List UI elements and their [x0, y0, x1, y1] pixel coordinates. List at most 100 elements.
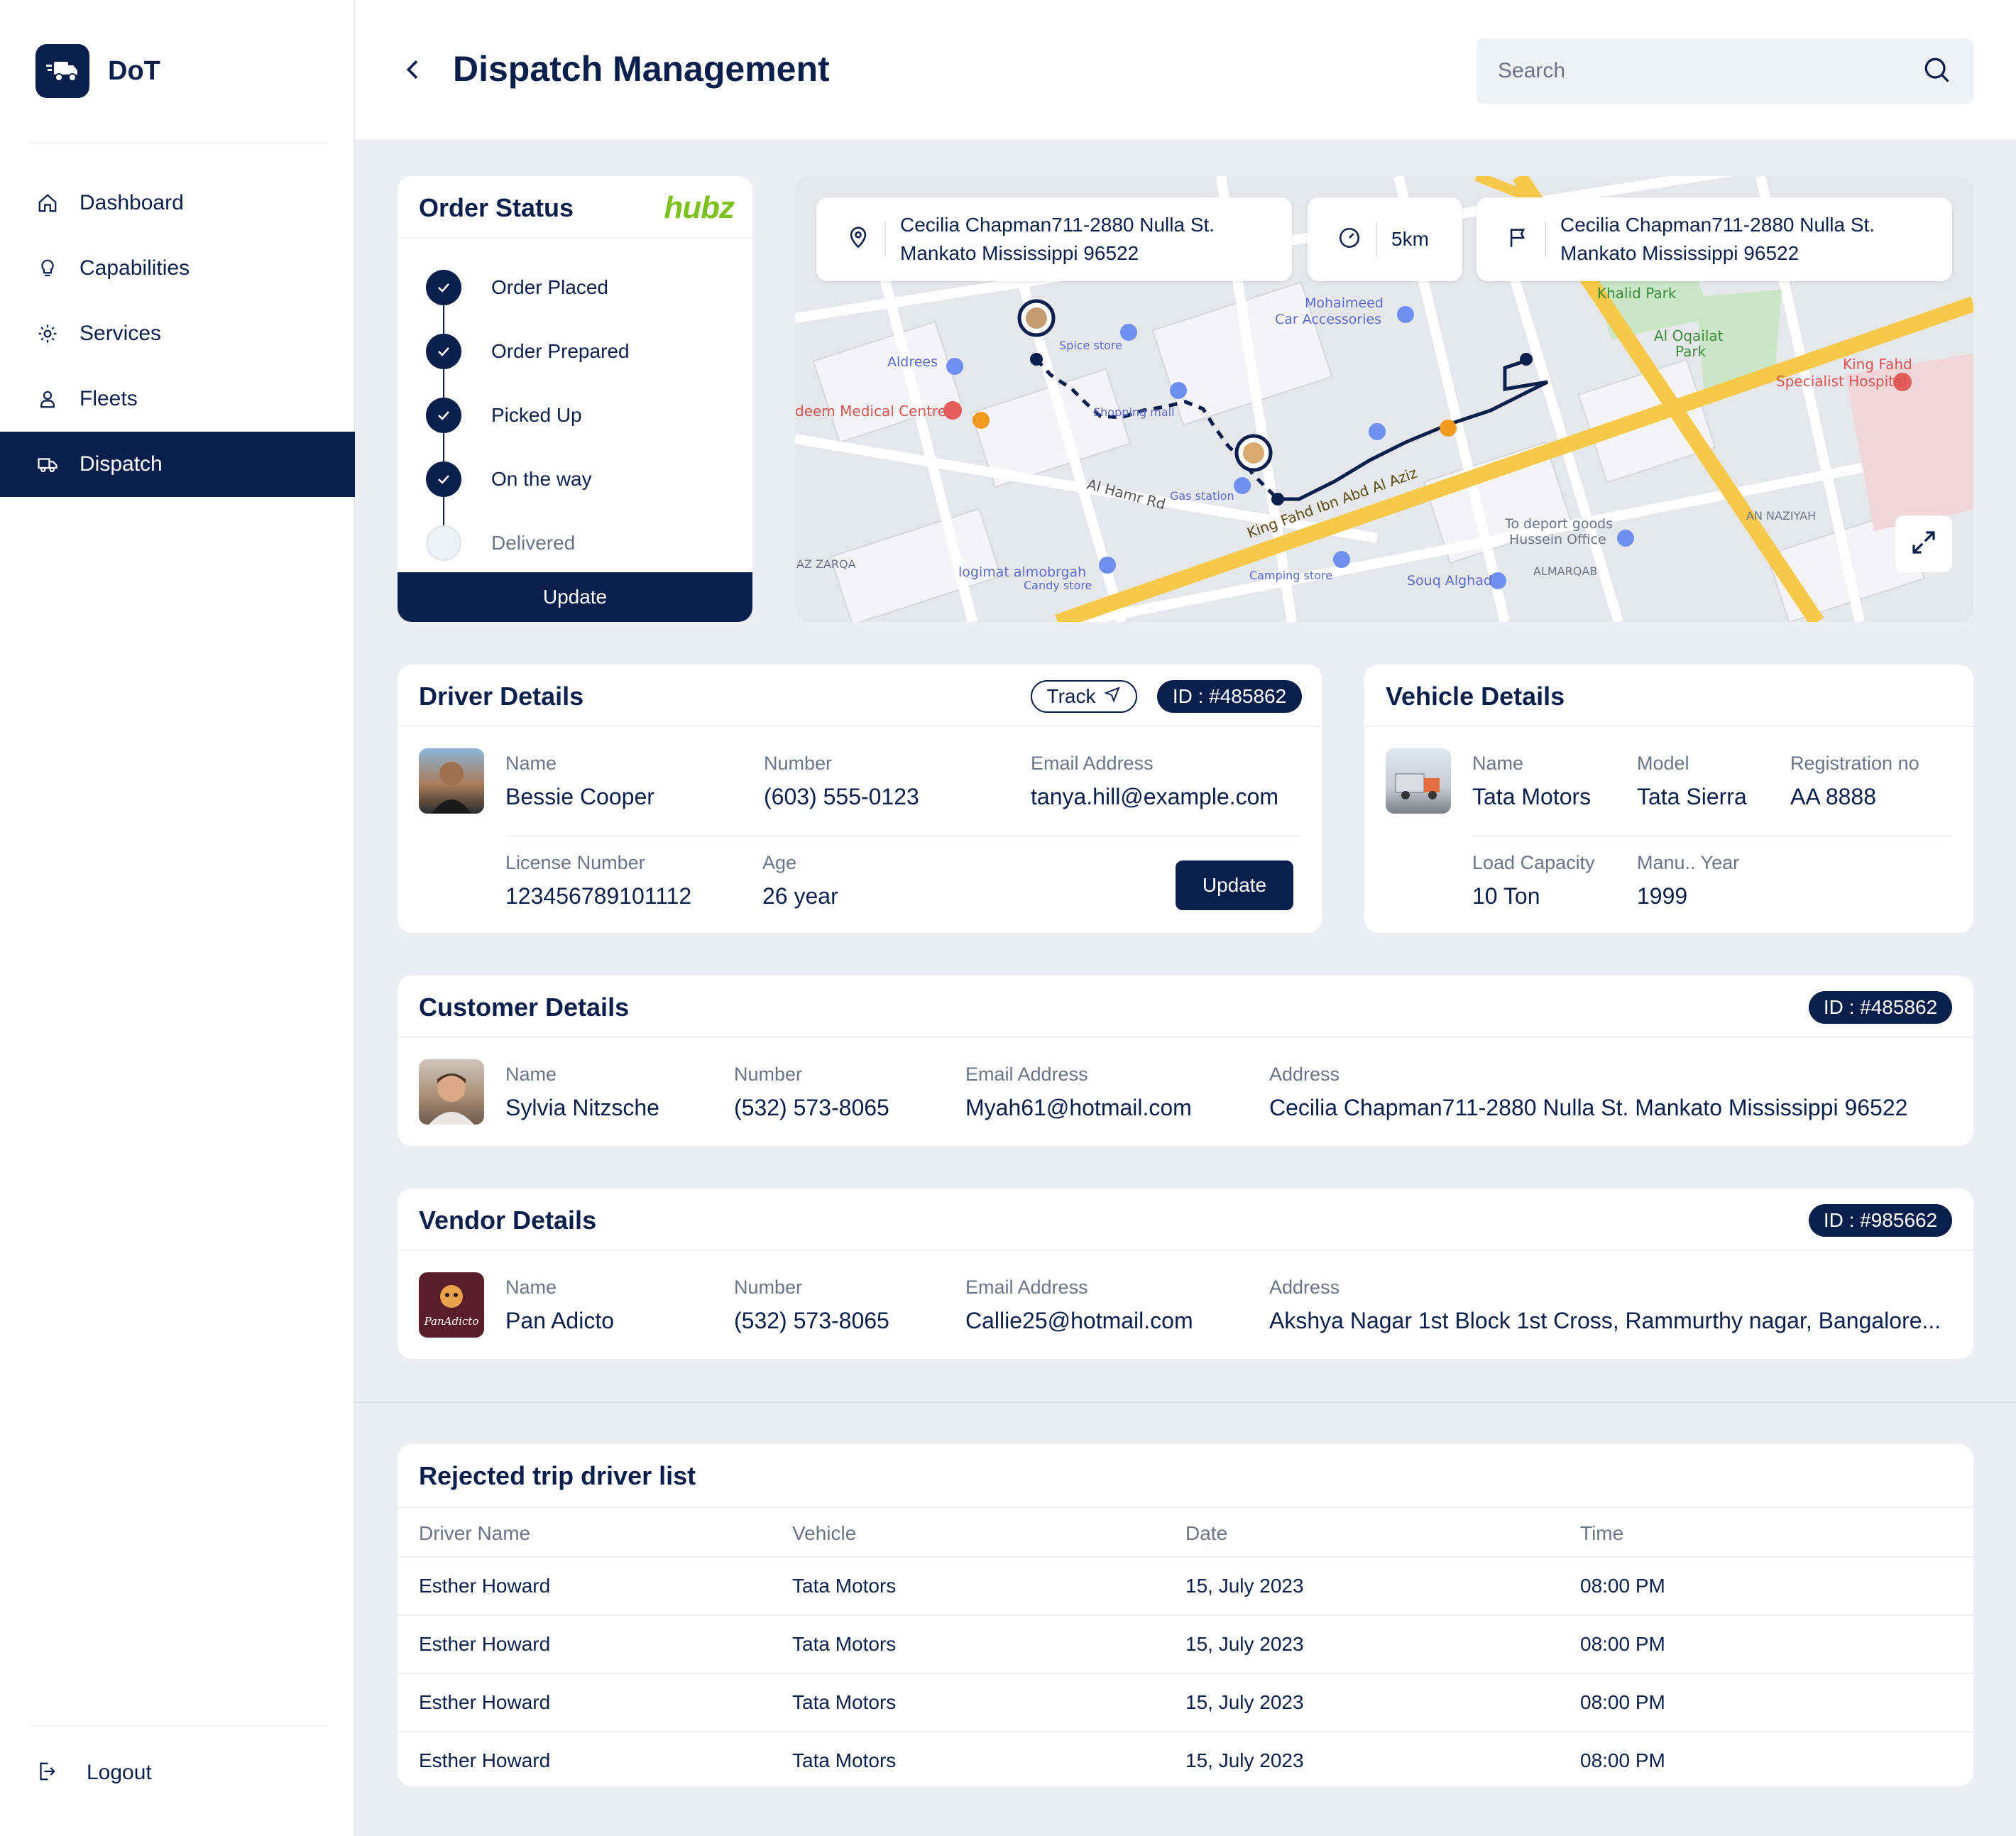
driver-name-cell: Esther Howard — [419, 1749, 551, 1771]
driver-name-cell: Esther Howard — [419, 1691, 551, 1713]
sidebar-nav: Dashboard Capabilities Services Fleets D… — [0, 170, 355, 497]
sidebar-item-fleets[interactable]: Fleets — [0, 366, 355, 432]
pill-divider — [1376, 222, 1377, 257]
origin-line2: Mankato Mississippi 96522 — [900, 242, 1139, 264]
sidebar-item-services[interactable]: Services — [0, 301, 355, 366]
back-button[interactable] — [399, 55, 427, 84]
step-label: Delivered — [491, 532, 576, 554]
table-row[interactable]: Esther Howard Tata Motors 15, July 2023 … — [398, 1616, 1973, 1674]
table-row[interactable]: Esther Howard Tata Motors 15, July 2023 … — [398, 1558, 1973, 1616]
map-label: Gas station — [1170, 489, 1234, 503]
pending-dot-icon — [426, 525, 461, 561]
sidebar-item-label: Dashboard — [80, 191, 184, 214]
search-icon[interactable] — [1921, 54, 1952, 89]
customer-number-label: Number — [734, 1064, 803, 1085]
vehicle-cell: Tata Motors — [792, 1575, 897, 1597]
sidebar-item-capabilities[interactable]: Capabilities — [0, 236, 355, 301]
customer-address-label: Address — [1269, 1064, 1340, 1085]
vehicle-cell: Tata Motors — [792, 1691, 897, 1713]
vehicle-cell: Tata Motors — [792, 1749, 897, 1771]
destination-pill: Cecilia Chapman711-2880 Nulla St. Mankat… — [1477, 197, 1952, 281]
track-label: Track — [1046, 685, 1096, 707]
vehicle-name-label: Name — [1472, 753, 1524, 774]
search-bar[interactable] — [1477, 38, 1973, 104]
destination-address: Cecilia Chapman711-2880 Nulla St. Mankat… — [1560, 211, 1875, 268]
sidebar-item-dashboard[interactable]: Dashboard — [0, 170, 355, 236]
table-row[interactable]: Esther Howard Tata Motors 15, July 2023 … — [398, 1674, 1973, 1732]
driver-update-button[interactable]: Update — [1176, 860, 1293, 910]
vendor-details-card: Vendor Details ID : #985662 PanAdicto Na… — [398, 1189, 1973, 1359]
navigation-arrow-icon — [1104, 685, 1121, 708]
expand-map-button[interactable] — [1895, 515, 1952, 572]
column-header: Date — [1185, 1522, 1228, 1544]
map-label: Al Oqailat — [1654, 327, 1724, 344]
column-header: Driver Name — [419, 1522, 531, 1544]
vendor-email-label: Email Address — [965, 1277, 1088, 1298]
map-label: Camping store — [1249, 569, 1332, 582]
expand-icon — [1909, 528, 1939, 561]
date-cell: 15, July 2023 — [1185, 1749, 1304, 1771]
customer-address: Cecilia Chapman711-2880 Nulla St. Mankat… — [1269, 1095, 1908, 1120]
vehicle-details-card: Vehicle Details Name Tata Motors Model T… — [1364, 665, 1973, 933]
vendor-details-title: Vendor Details — [419, 1206, 597, 1235]
speedometer-icon — [1337, 226, 1362, 253]
page-title: Dispatch Management — [453, 49, 830, 89]
destination-line1: Cecilia Chapman711-2880 Nulla St. — [1560, 214, 1875, 236]
table-row[interactable]: Esther Howard Tata Motors 15, July 2023 … — [398, 1732, 1973, 1786]
order-status-header: Order Status hubz — [398, 176, 752, 239]
vehicle-model-label: Model — [1637, 753, 1689, 774]
step-picked-up: Picked Up — [426, 383, 630, 447]
sidebar-item-label: Dispatch — [80, 452, 163, 476]
logout-icon — [35, 1761, 60, 1785]
location-pin-icon — [846, 226, 870, 253]
sidebar-item-label: Fleets — [80, 387, 138, 410]
order-status-title: Order Status — [419, 193, 574, 222]
load-capacity: 10 Ton — [1472, 883, 1540, 909]
driver-name-label: Name — [505, 753, 557, 774]
registration-number: AA 8888 — [1790, 784, 1876, 809]
step-order-prepared: Order Prepared — [426, 319, 630, 383]
driver-divider — [505, 835, 1300, 836]
customer-email-label: Email Address — [965, 1064, 1088, 1085]
map-label: To deport goods — [1504, 516, 1613, 532]
flag-icon — [1506, 226, 1530, 253]
map-label: Park — [1675, 343, 1707, 360]
driver-name-cell: Esther Howard — [419, 1633, 551, 1655]
time-cell: 08:00 PM — [1580, 1691, 1665, 1713]
step-order-placed: Order Placed — [426, 256, 630, 319]
truck-icon — [35, 452, 60, 476]
driver-number: (603) 555-0123 — [764, 784, 919, 809]
sidebar-item-dispatch[interactable]: Dispatch — [0, 432, 355, 497]
hubz-logo: hubz — [664, 190, 735, 225]
distance-value: 5km — [1391, 228, 1429, 250]
sidebar-divider — [28, 1725, 327, 1727]
vendor-address: Akshya Nagar 1st Block 1st Cross, Rammur… — [1269, 1308, 1941, 1333]
user-icon — [35, 387, 60, 411]
customer-avatar — [419, 1059, 484, 1125]
license-number: 123456789101112 — [505, 883, 692, 909]
column-header: Vehicle — [792, 1522, 857, 1544]
map-label: AN NAZIYAH — [1746, 509, 1816, 523]
driver-details-title: Driver Details — [419, 682, 584, 711]
driver-details-card: Driver Details Track ID : #485862 Name B… — [398, 665, 1322, 933]
search-input[interactable] — [1498, 59, 1921, 83]
brand[interactable]: DoT — [35, 44, 160, 98]
date-cell: 15, July 2023 — [1185, 1575, 1304, 1597]
order-update-button[interactable]: Update — [398, 572, 752, 622]
distance-pill: 5km — [1308, 197, 1462, 281]
map-card[interactable]: Mohaimeed Car Accessories Aldrees logima… — [795, 176, 1973, 622]
vendor-number: (532) 573-8065 — [734, 1308, 889, 1333]
time-cell: 08:00 PM — [1580, 1633, 1665, 1655]
origin-pill: Cecilia Chapman711-2880 Nulla St. Mankat… — [816, 197, 1292, 281]
vendor-email: Callie25@hotmail.com — [965, 1308, 1193, 1333]
page-header: Dispatch Management — [355, 0, 2016, 139]
rejected-drivers-header: Rejected trip driver list — [398, 1444, 1973, 1507]
logout-label: Logout — [87, 1761, 152, 1784]
order-steps: Order Placed Order Prepared Picked Up On… — [426, 256, 630, 575]
time-cell: 08:00 PM — [1580, 1749, 1665, 1771]
logout-button[interactable]: Logout — [35, 1761, 152, 1785]
step-label: Order Prepared — [491, 340, 630, 362]
vendor-logo-text: PanAdicto — [424, 1315, 479, 1328]
track-button[interactable]: Track — [1031, 680, 1137, 713]
date-cell: 15, July 2023 — [1185, 1633, 1304, 1655]
